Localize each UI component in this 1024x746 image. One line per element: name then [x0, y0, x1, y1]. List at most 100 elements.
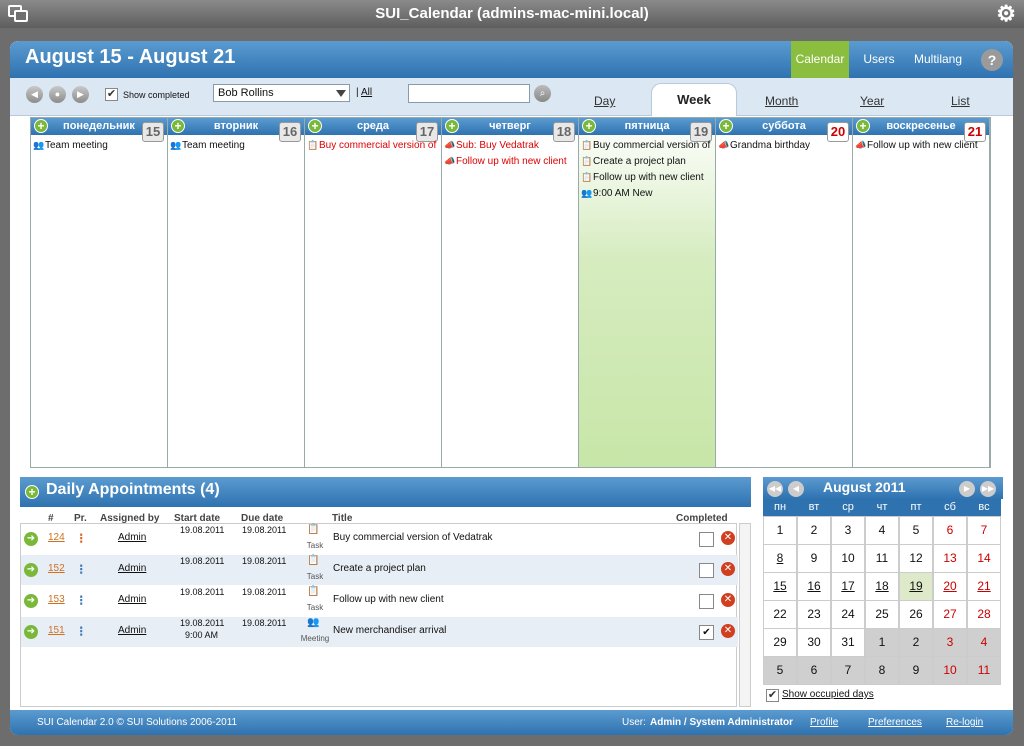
open-arrow-icon[interactable]: ➜: [24, 532, 38, 546]
show-completed-checkbox[interactable]: ✔: [105, 88, 118, 101]
add-appointment-icon[interactable]: +: [25, 485, 39, 499]
add-event-icon[interactable]: +: [171, 119, 185, 133]
row-id[interactable]: 152: [48, 563, 65, 574]
today-icon[interactable]: ●: [49, 86, 66, 103]
delete-icon[interactable]: ✕: [721, 624, 735, 638]
tab-day[interactable]: Day: [594, 94, 615, 108]
calendar-day[interactable]: 9: [899, 656, 933, 685]
search-input[interactable]: [408, 84, 530, 103]
nav-users[interactable]: Users: [855, 41, 903, 78]
delete-icon[interactable]: ✕: [721, 531, 735, 545]
tab-week[interactable]: Week: [651, 83, 737, 116]
calendar-day[interactable]: 9: [797, 544, 831, 573]
row-id[interactable]: 124: [48, 532, 65, 543]
add-event-icon[interactable]: +: [719, 119, 733, 133]
calendar-day[interactable]: 28: [967, 600, 1001, 629]
preferences-link[interactable]: Preferences: [868, 710, 922, 735]
tab-month[interactable]: Month: [765, 94, 798, 108]
assigned-by[interactable]: Admin: [118, 532, 146, 543]
next-icon[interactable]: ▶: [72, 86, 89, 103]
day-number[interactable]: 16: [279, 122, 301, 142]
tab-year[interactable]: Year: [860, 94, 884, 108]
delete-icon[interactable]: ✕: [721, 593, 735, 607]
calendar-day[interactable]: 18: [865, 572, 899, 601]
calendar-day[interactable]: 20: [933, 572, 967, 601]
calendar-day[interactable]: 8: [865, 656, 899, 685]
add-event-icon[interactable]: +: [308, 119, 322, 133]
calendar-event[interactable]: 👥Team meeting: [33, 140, 165, 151]
day-number[interactable]: 17: [416, 122, 438, 142]
calendar-event[interactable]: 👥Team meeting: [170, 140, 302, 151]
completed-checkbox[interactable]: [699, 563, 714, 578]
calendar-event[interactable]: 📣Sub: Buy Vedatrak: [444, 140, 576, 151]
day-number[interactable]: 18: [553, 122, 575, 142]
calendar-day[interactable]: 13: [933, 544, 967, 573]
open-arrow-icon[interactable]: ➜: [24, 594, 38, 608]
nav-multilang[interactable]: Multilang: [910, 41, 966, 78]
add-event-icon[interactable]: +: [856, 119, 870, 133]
calendar-day[interactable]: 1: [865, 628, 899, 657]
row-id[interactable]: 151: [48, 625, 65, 636]
calendar-day[interactable]: 7: [831, 656, 865, 685]
assigned-by[interactable]: Admin: [118, 594, 146, 605]
calendar-day[interactable]: 5: [899, 516, 933, 545]
add-event-icon[interactable]: +: [34, 119, 48, 133]
calendar-day[interactable]: 11: [865, 544, 899, 573]
calendar-day[interactable]: 10: [831, 544, 865, 573]
calendar-day[interactable]: 17: [831, 572, 865, 601]
prev-month-icon[interactable]: ◀: [788, 481, 804, 497]
calendar-day[interactable]: 3: [831, 516, 865, 545]
calendar-day[interactable]: 29: [763, 628, 797, 657]
calendar-day[interactable]: 11: [967, 656, 1001, 685]
prev-icon[interactable]: ◀: [26, 86, 43, 103]
open-arrow-icon[interactable]: ➜: [24, 563, 38, 577]
calendar-day[interactable]: 15: [763, 572, 797, 601]
calendar-day[interactable]: 27: [933, 600, 967, 629]
calendar-day[interactable]: 30: [797, 628, 831, 657]
windows-icon[interactable]: [8, 5, 30, 23]
appointment-title[interactable]: Create a project plan: [333, 563, 426, 574]
calendar-day[interactable]: 14: [967, 544, 1001, 573]
day-number[interactable]: 20: [827, 122, 849, 142]
calendar-event[interactable]: 📣Follow up with new client: [444, 156, 576, 167]
calendar-day[interactable]: 19: [899, 572, 933, 601]
prev-year-icon[interactable]: ◀◀: [767, 481, 783, 497]
calendar-day[interactable]: 23: [797, 600, 831, 629]
calendar-day[interactable]: 8: [763, 544, 797, 573]
calendar-day[interactable]: 21: [967, 572, 1001, 601]
open-arrow-icon[interactable]: ➜: [24, 625, 38, 639]
calendar-day[interactable]: 25: [865, 600, 899, 629]
calendar-day[interactable]: 4: [865, 516, 899, 545]
calendar-event[interactable]: 📋Buy commercial version of: [581, 140, 713, 151]
calendar-day[interactable]: 4: [967, 628, 1001, 657]
calendar-day[interactable]: 24: [831, 600, 865, 629]
calendar-event[interactable]: 📣Grandma birthday: [718, 140, 850, 151]
calendar-day[interactable]: 26: [899, 600, 933, 629]
calendar-event[interactable]: 📋Create a project plan: [581, 156, 713, 167]
day-number[interactable]: 15: [142, 122, 164, 142]
next-month-icon[interactable]: ▶: [959, 481, 975, 497]
calendar-day[interactable]: 6: [797, 656, 831, 685]
search-icon[interactable]: ⌕: [534, 85, 551, 102]
profile-link[interactable]: Profile: [810, 710, 838, 735]
calendar-day[interactable]: 7: [967, 516, 1001, 545]
gear-icon[interactable]: ⚙: [996, 2, 1016, 26]
appointment-title[interactable]: Follow up with new client: [333, 594, 444, 605]
calendar-day[interactable]: 22: [763, 600, 797, 629]
calendar-day[interactable]: 2: [899, 628, 933, 657]
completed-checkbox[interactable]: [699, 594, 714, 609]
add-event-icon[interactable]: +: [445, 119, 459, 133]
assigned-by[interactable]: Admin: [118, 625, 146, 636]
day-number[interactable]: 19: [690, 122, 712, 142]
next-year-icon[interactable]: ▶▶: [980, 481, 996, 497]
calendar-day[interactable]: 6: [933, 516, 967, 545]
calendar-day[interactable]: 5: [763, 656, 797, 685]
row-id[interactable]: 153: [48, 594, 65, 605]
show-occupied-label[interactable]: Show occupied days: [782, 689, 874, 700]
calendar-day[interactable]: 10: [933, 656, 967, 685]
calendar-day[interactable]: 2: [797, 516, 831, 545]
show-occupied-checkbox[interactable]: ✔: [766, 689, 779, 702]
user-select[interactable]: Bob Rollins: [213, 84, 350, 102]
calendar-day[interactable]: 3: [933, 628, 967, 657]
calendar-day[interactable]: 12: [899, 544, 933, 573]
